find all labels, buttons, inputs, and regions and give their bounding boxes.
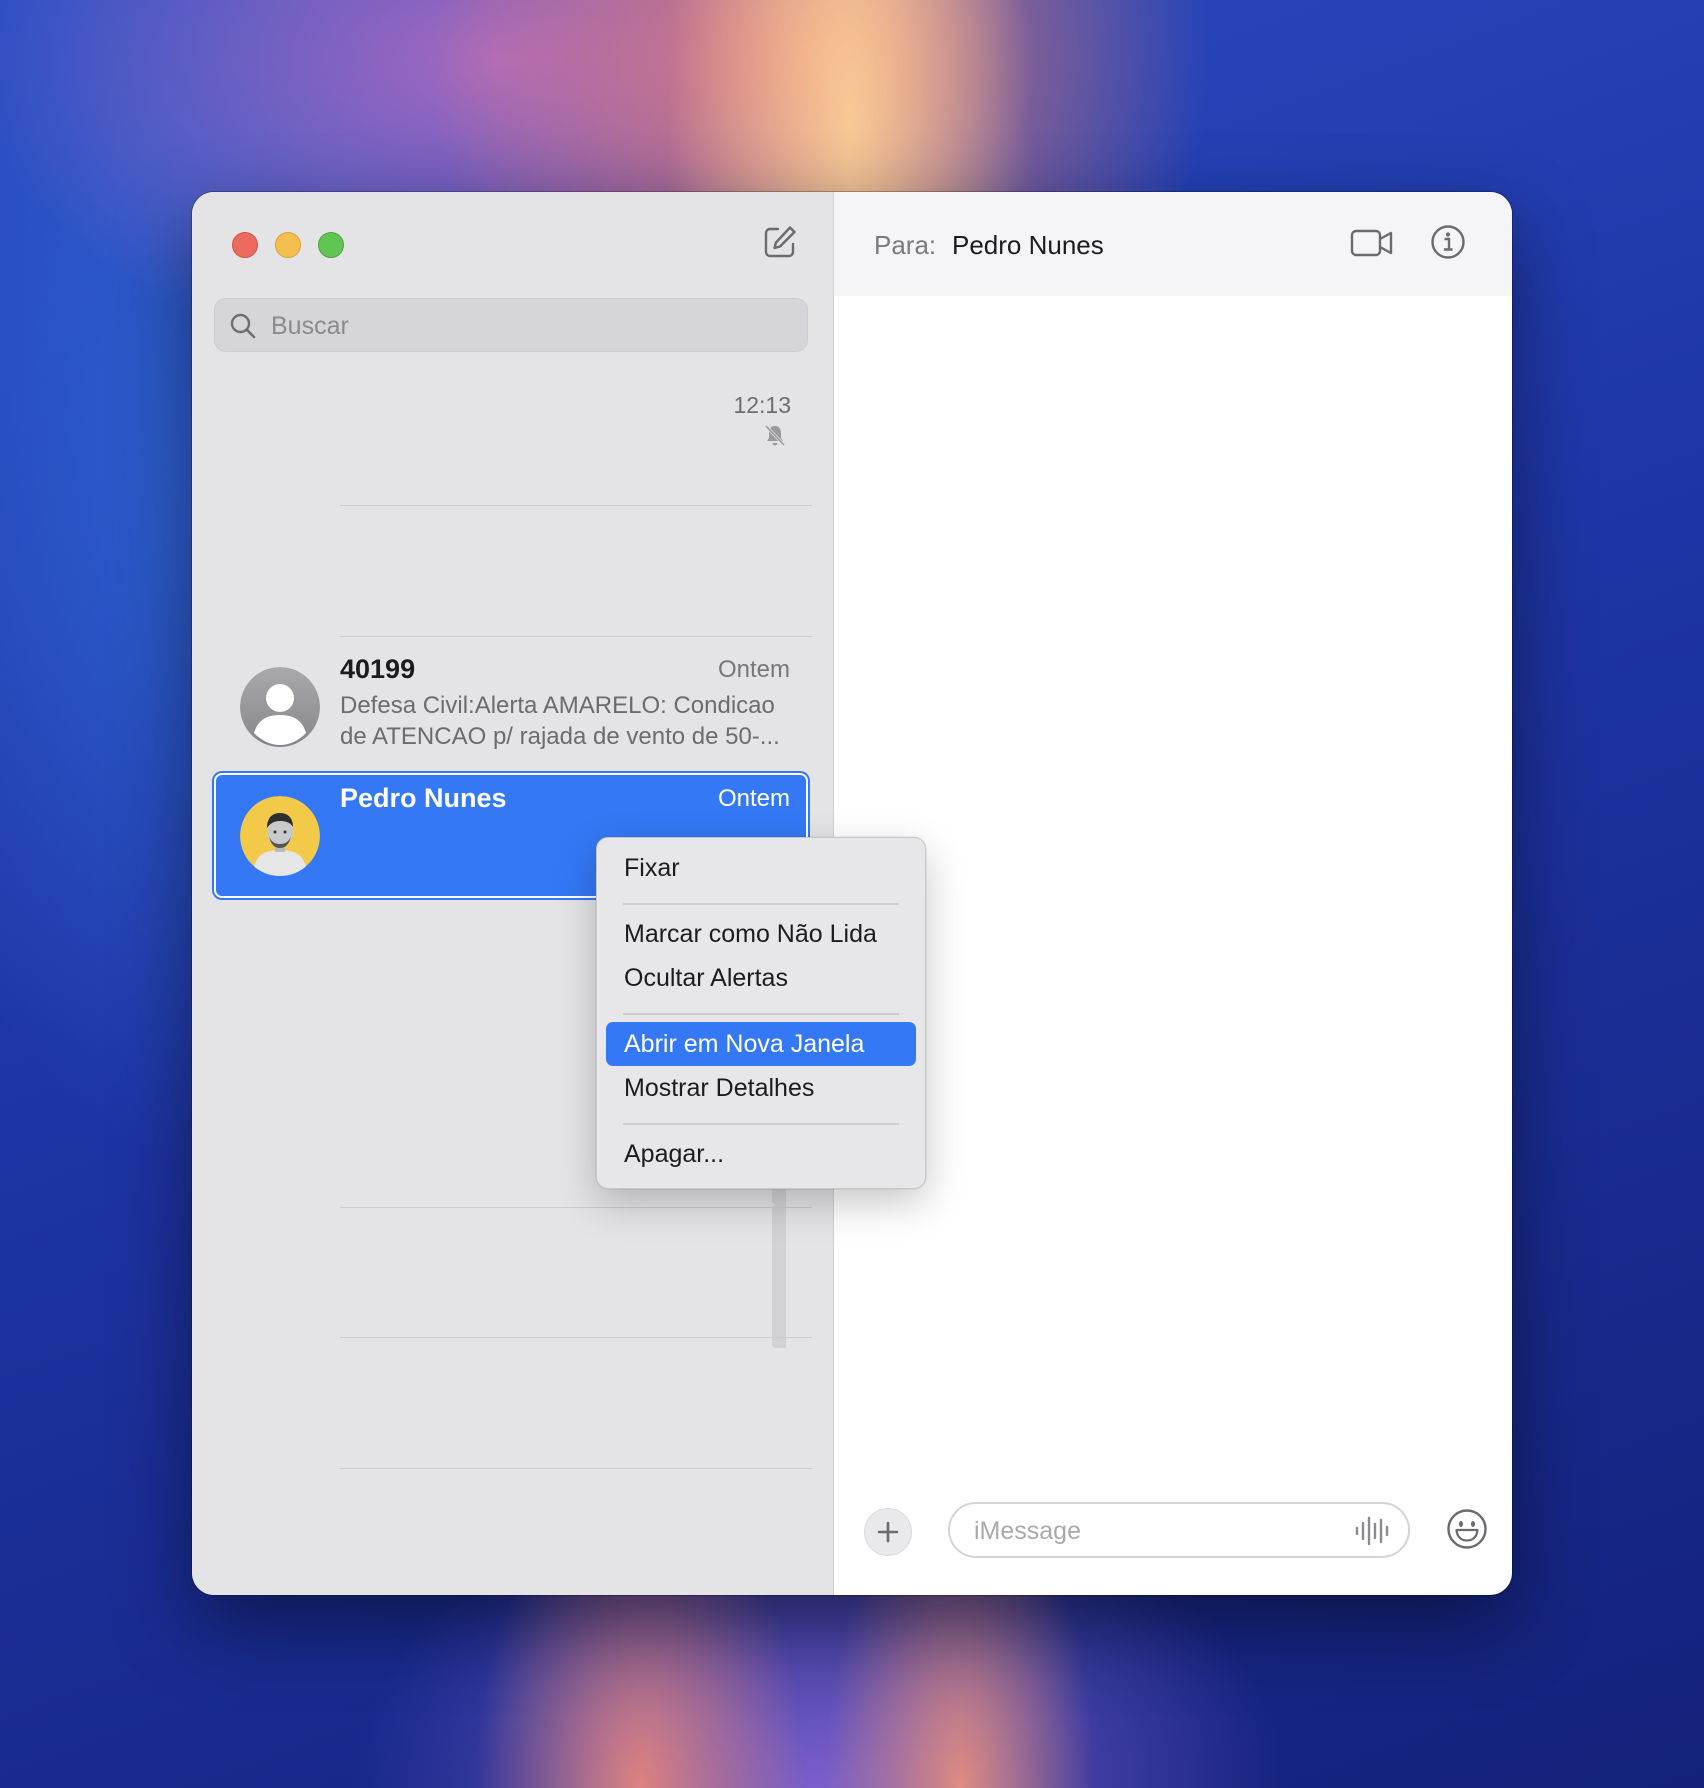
minimize-button[interactable] [275, 232, 301, 258]
emoji-icon[interactable] [1446, 1508, 1488, 1550]
conversation-name: 40199 [340, 654, 416, 684]
conversation-date: Ontem [717, 785, 790, 812]
message-composer [834, 1502, 1512, 1562]
message-input[interactable] [972, 1504, 1336, 1558]
traffic-lights [232, 232, 344, 258]
recipient-name[interactable]: Pedro Nunes [952, 230, 1104, 261]
menu-item-show-details[interactable]: Mostrar Detalhes [606, 1066, 916, 1110]
search-field[interactable] [214, 298, 808, 353]
to-label: Para: [874, 230, 937, 260]
menu-separator [623, 1013, 899, 1015]
avatar [240, 796, 320, 876]
close-button[interactable] [232, 232, 258, 258]
search-input[interactable] [269, 299, 793, 353]
muted-bell-icon [764, 424, 786, 447]
conversation-date: Ontem [717, 656, 790, 683]
conversation-preview: Defesa Civil:Alerta AMARELO: Condicao de… [340, 692, 780, 750]
menu-item-delete[interactable]: Apagar... [606, 1132, 916, 1176]
conversation-name: Pedro Nunes [340, 783, 507, 813]
conversation-header: Para: Pedro Nunes [834, 192, 1512, 296]
list-separator [340, 505, 812, 506]
conversation-row-edge [772, 1205, 786, 1348]
search-icon [230, 313, 256, 339]
conversation-time: 12:13 [733, 392, 791, 418]
info-icon[interactable] [1430, 224, 1466, 260]
avatar [240, 667, 320, 747]
menu-item-open-new-window[interactable]: Abrir em Nova Janela [606, 1022, 916, 1066]
list-separator [340, 1207, 812, 1208]
imessage-field[interactable] [948, 1502, 1410, 1558]
context-menu: Fixar Marcar como Não Lida Ocultar Alert… [596, 837, 926, 1189]
zoom-button[interactable] [318, 232, 344, 258]
apps-button[interactable] [864, 1508, 912, 1556]
list-separator [340, 1468, 812, 1469]
video-call-icon[interactable] [1350, 228, 1394, 258]
compose-button[interactable] [762, 224, 798, 260]
plus-icon [877, 1521, 899, 1543]
menu-item-pin[interactable]: Fixar [606, 846, 916, 890]
menu-separator [623, 903, 899, 905]
compose-icon [764, 226, 796, 258]
list-separator [340, 636, 812, 637]
conversation-40199[interactable]: 40199 Ontem Defesa Civil:Alerta AMARELO:… [214, 644, 808, 769]
audio-waveform-icon[interactable] [1354, 1516, 1390, 1546]
menu-item-hide-alerts[interactable]: Ocultar Alertas [606, 956, 916, 1000]
menu-separator [623, 1123, 899, 1125]
list-separator [340, 1337, 812, 1338]
menu-item-mark-unread[interactable]: Marcar como Não Lida [606, 912, 916, 956]
